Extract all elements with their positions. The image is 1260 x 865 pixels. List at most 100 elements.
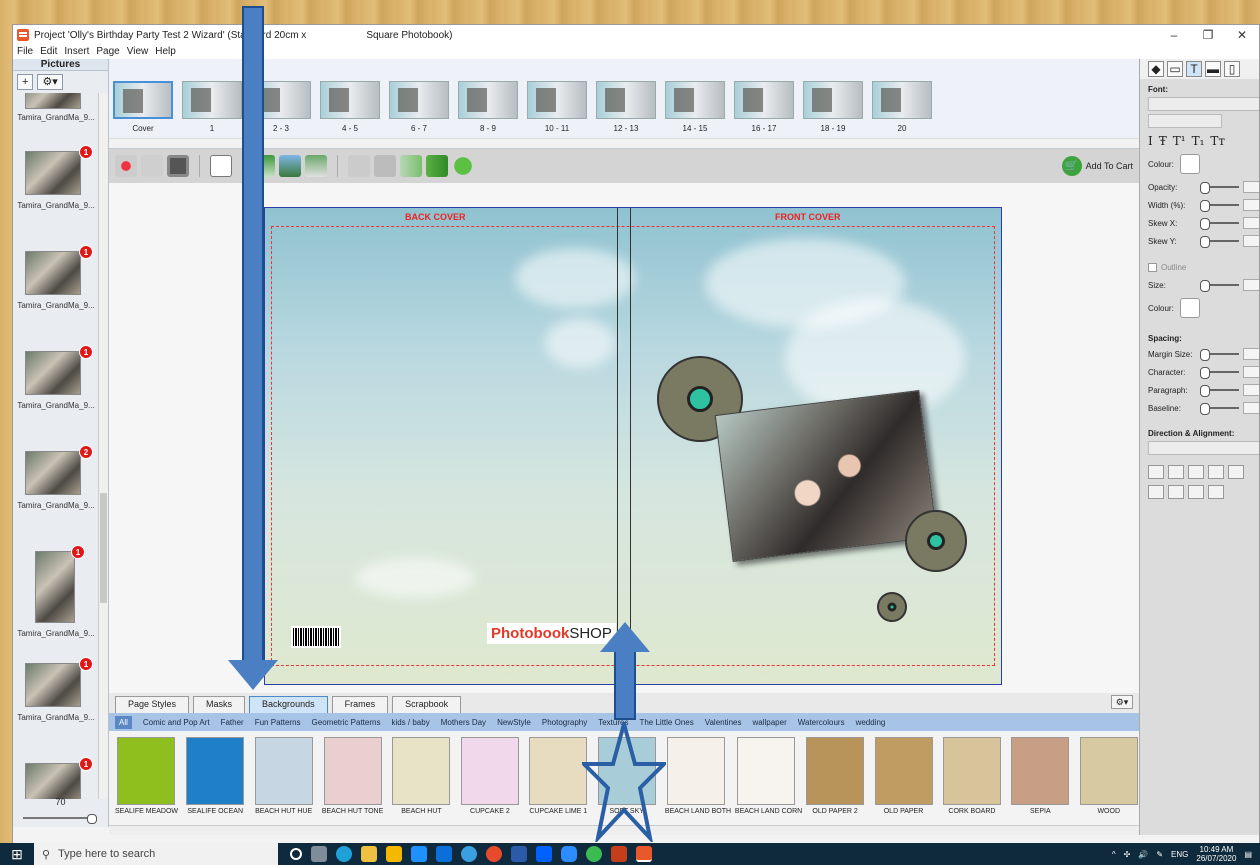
- page-preview[interactable]: [734, 81, 794, 119]
- category-wedding[interactable]: wedding: [856, 718, 886, 727]
- cover-photo[interactable]: [714, 389, 938, 563]
- paragraph-value[interactable]: [1243, 384, 1259, 396]
- category-geometric-patterns[interactable]: Geometric Patterns: [312, 718, 381, 727]
- previous-page-icon[interactable]: [400, 155, 422, 177]
- subscript-button[interactable]: T₁: [1192, 134, 1205, 148]
- background-item[interactable]: BEACH LAND BOTH: [665, 737, 731, 825]
- skew-x-slider[interactable]: [1199, 218, 1240, 230]
- page-thumbnail[interactable]: 18 - 19: [803, 81, 863, 133]
- background-item[interactable]: WOOD: [1079, 737, 1139, 825]
- background-swatch[interactable]: [666, 737, 725, 805]
- photobook-app-icon[interactable]: [636, 846, 652, 862]
- page-thumbnail[interactable]: 8 - 9: [458, 81, 518, 133]
- align-distribute-icon[interactable]: [1228, 465, 1244, 479]
- ie-icon[interactable]: [411, 846, 427, 862]
- background-item[interactable]: SEALIFE MEADOW: [115, 737, 178, 825]
- file-explorer-icon[interactable]: [361, 846, 377, 862]
- margin-size-value[interactable]: [1243, 348, 1259, 360]
- save-icon[interactable]: [167, 155, 189, 177]
- background-item[interactable]: BEACH LAND CORN: [735, 737, 802, 825]
- page-thumbnail[interactable]: Cover: [113, 81, 173, 133]
- maximize-button[interactable]: ❐: [1191, 25, 1225, 45]
- baseline-value[interactable]: [1243, 402, 1259, 414]
- character-slider[interactable]: [1199, 367, 1240, 379]
- tab-frames[interactable]: Frames: [331, 696, 389, 713]
- background-item[interactable]: BEACH HUT: [391, 737, 451, 825]
- tab-scrapbook[interactable]: Scrapbook: [392, 696, 462, 713]
- opacity-slider[interactable]: [1199, 182, 1240, 194]
- undo-icon[interactable]: [115, 155, 137, 177]
- add-to-cart-button[interactable]: 🛒 Add To Cart: [1061, 156, 1133, 176]
- menu-view[interactable]: View: [127, 45, 149, 59]
- align-middle-icon[interactable]: [1168, 485, 1184, 499]
- background-swatch[interactable]: [1011, 737, 1070, 805]
- outline-checkbox[interactable]: [1148, 262, 1157, 272]
- picture-thumbnail[interactable]: [25, 151, 81, 195]
- background-swatch[interactable]: [1079, 737, 1138, 805]
- background-swatch[interactable]: [186, 737, 245, 805]
- volume-icon[interactable]: 🔊: [1138, 850, 1148, 859]
- minimize-button[interactable]: –: [1157, 25, 1191, 45]
- pen-icon[interactable]: ✎: [1156, 850, 1163, 859]
- picture-thumbnail[interactable]: [25, 351, 81, 395]
- tab-masks[interactable]: Masks: [193, 696, 246, 713]
- flower-embellishment[interactable]: [877, 592, 907, 622]
- notifications-icon[interactable]: ▤: [1244, 850, 1252, 859]
- zoom-out-icon[interactable]: [348, 155, 370, 177]
- background-swatch[interactable]: [254, 737, 313, 805]
- page-thumbnail[interactable]: 20: [872, 81, 932, 133]
- page-preview[interactable]: [113, 81, 173, 119]
- page-preview[interactable]: [527, 81, 587, 119]
- task-view-icon[interactable]: [311, 846, 327, 862]
- background-swatch[interactable]: [323, 737, 382, 805]
- background-swatch[interactable]: [736, 737, 795, 805]
- category-valentines[interactable]: Valentines: [705, 718, 742, 727]
- word-icon[interactable]: [511, 846, 527, 862]
- align-center-icon[interactable]: [1168, 465, 1184, 479]
- library-gear-button[interactable]: ⚙▾: [1111, 695, 1133, 709]
- text-colour-swatch[interactable]: [1179, 154, 1200, 174]
- paragraph-slider[interactable]: [1199, 385, 1240, 397]
- zoom-in-icon[interactable]: [374, 155, 396, 177]
- background-swatch[interactable]: [874, 737, 933, 805]
- properties-tab-icon[interactable]: ◆: [1148, 61, 1164, 77]
- background-swatch[interactable]: [806, 737, 865, 805]
- category-comic-and-pop-art[interactable]: Comic and Pop Art: [143, 718, 210, 727]
- margin-size-slider[interactable]: [1199, 349, 1240, 361]
- align-justify-icon[interactable]: [1208, 465, 1224, 479]
- small-caps-button[interactable]: Tт: [1210, 134, 1225, 148]
- page-tab-icon[interactable]: ▯: [1224, 61, 1240, 77]
- background-item[interactable]: CUPCAKE LIME 1: [528, 737, 588, 825]
- category-all[interactable]: All: [115, 715, 132, 729]
- skew-y-value[interactable]: [1243, 235, 1259, 247]
- tab-page-styles[interactable]: Page Styles: [115, 696, 190, 713]
- page-preview[interactable]: [665, 81, 725, 119]
- category-father[interactable]: Father: [221, 718, 244, 727]
- menu-file[interactable]: File: [17, 45, 33, 59]
- cortana-icon[interactable]: [290, 848, 302, 860]
- align-right-icon[interactable]: [1188, 465, 1204, 479]
- next-page-icon[interactable]: [426, 155, 448, 177]
- background-swatch[interactable]: [460, 737, 519, 805]
- tray-chevron-icon[interactable]: ^: [1112, 850, 1116, 859]
- font-family-field[interactable]: [1148, 97, 1259, 111]
- picture-item[interactable]: 1 Tamira_GrandMa_9...: [13, 657, 99, 763]
- skew-x-value[interactable]: [1243, 217, 1259, 229]
- picture-thumbnail[interactable]: [25, 663, 81, 707]
- background-swatch[interactable]: [942, 737, 1001, 805]
- page-preview[interactable]: [182, 81, 242, 119]
- page-thumbnail[interactable]: 14 - 15: [665, 81, 725, 133]
- picture-item[interactable]: Tamira_GrandMa_9...: [13, 93, 99, 151]
- picture-thumbnail[interactable]: [25, 451, 81, 495]
- strikethrough-button[interactable]: Ŧ: [1159, 134, 1167, 148]
- align-left-icon[interactable]: [1148, 465, 1164, 479]
- page-preview[interactable]: [320, 81, 380, 119]
- width-slider[interactable]: [1199, 200, 1240, 212]
- page-preview[interactable]: [596, 81, 656, 119]
- category-photography[interactable]: Photography: [542, 718, 587, 727]
- menu-page[interactable]: Page: [96, 45, 119, 59]
- width-value[interactable]: [1243, 199, 1259, 211]
- outline-size-slider[interactable]: [1199, 280, 1240, 292]
- tab-backgrounds[interactable]: Backgrounds: [249, 696, 328, 713]
- picture-thumbnail[interactable]: [25, 93, 81, 109]
